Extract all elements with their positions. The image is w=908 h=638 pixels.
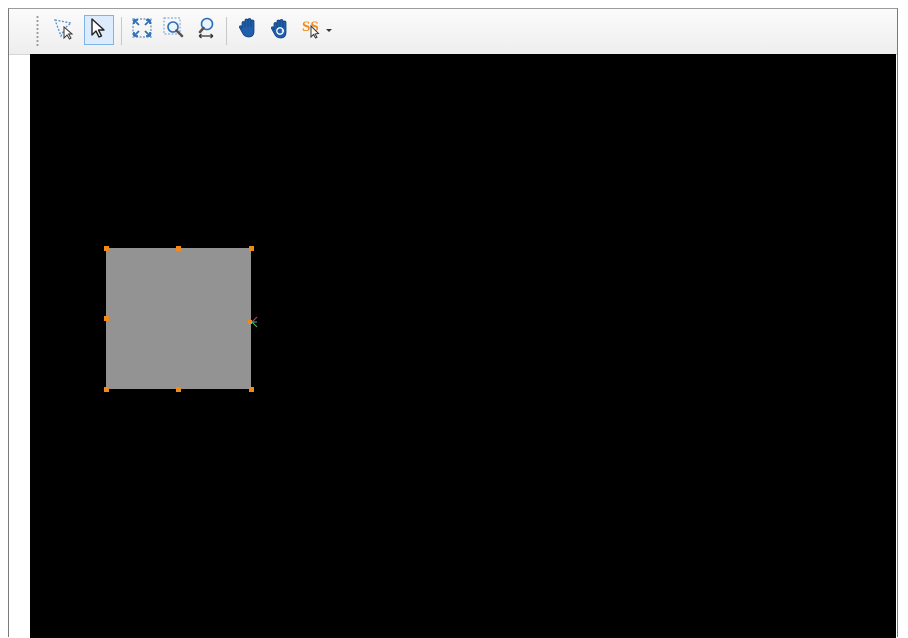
- hand-icon: [236, 16, 260, 45]
- resize-handle-top-left[interactable]: [104, 246, 109, 251]
- zoom-extents-icon: [130, 16, 154, 45]
- snap-dropdown-button[interactable]: SS: [297, 15, 337, 45]
- zoom-extents-button[interactable]: [127, 15, 157, 45]
- resize-handle-left[interactable]: [104, 316, 109, 321]
- select-button[interactable]: [84, 15, 114, 45]
- zoom-window-icon: [162, 16, 186, 45]
- toolbar-separator: [226, 17, 227, 45]
- resize-handle-top[interactable]: [176, 246, 181, 251]
- pivot-gizmo-icon[interactable]: [245, 315, 259, 329]
- zoom-drag-icon: [194, 16, 218, 45]
- resize-handle-bottom[interactable]: [176, 387, 181, 392]
- arrow-pointer-icon: [87, 16, 111, 45]
- resize-handle-bottom-right[interactable]: [249, 387, 254, 392]
- chevron-down-icon: [326, 21, 332, 39]
- toolbar-grip[interactable]: [36, 15, 39, 47]
- selected-rectangle[interactable]: [106, 248, 251, 389]
- zoom-window-button[interactable]: [159, 15, 189, 45]
- toolbar: SS: [9, 9, 897, 55]
- zoom-drag-button[interactable]: [191, 15, 221, 45]
- toolbar-separator: [121, 17, 122, 45]
- resize-handle-top-right[interactable]: [249, 246, 254, 251]
- snap-icon: SS: [300, 16, 324, 45]
- pan-button[interactable]: [233, 15, 263, 45]
- editor-window: SS: [8, 8, 898, 638]
- hand-rotate-icon: [268, 16, 292, 45]
- orbit-pan-button[interactable]: [265, 15, 295, 45]
- resize-handle-bottom-left[interactable]: [104, 387, 109, 392]
- lasso-select-icon: [52, 16, 76, 45]
- lasso-select-button[interactable]: [49, 15, 79, 45]
- viewport-canvas[interactable]: [30, 54, 896, 638]
